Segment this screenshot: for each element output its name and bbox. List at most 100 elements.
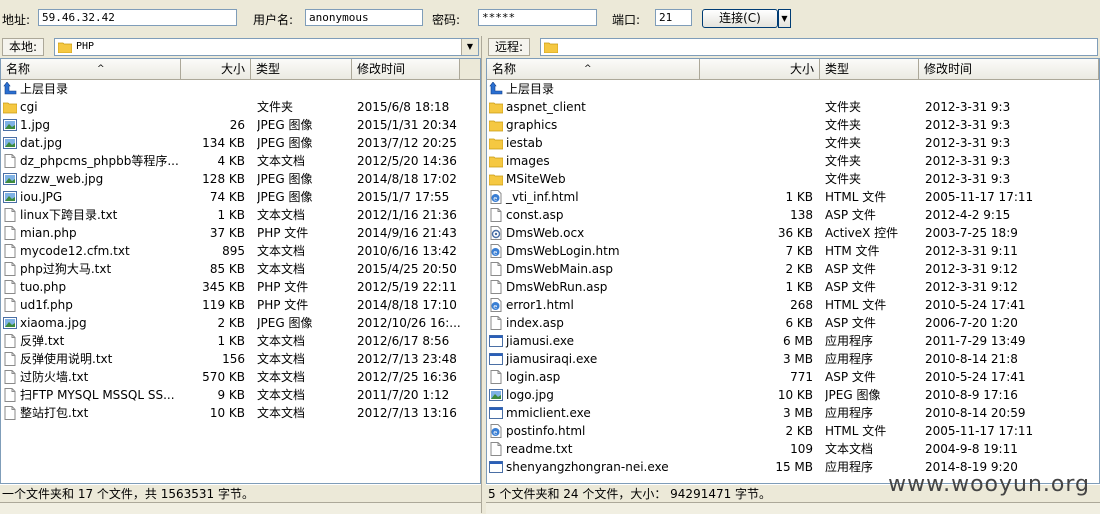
local-path-select[interactable]: PHP ▼ [54,38,479,56]
file-modified: 2012-3-31 9:3 [925,154,1011,168]
address-input[interactable]: 59.46.32.42 [38,9,237,26]
file-row[interactable]: 过防火墙.txt 570 KB 文本文档 2012/7/25 16:36 [1,368,480,386]
connect-dropdown-button[interactable]: ▼ [778,9,791,28]
file-name: aspnet_client [506,100,586,114]
connect-button[interactable]: 连接(C) [702,9,778,28]
file-row[interactable]: DmsWebRun.asp 1 KB ASP 文件 2012-3-31 9:12 [487,278,1099,296]
file-name: const.asp [506,208,564,222]
file-modified: 2012/7/25 16:36 [357,370,457,384]
file-row[interactable]: dzzw_web.jpg 128 KB JPEG 图像 2014/8/18 17:02 [1,170,480,188]
file-modified: 2006-7-20 1:20 [925,316,1018,330]
file-row[interactable]: e error1.html 268 HTML 文件 2010-5-24 17:41 [487,296,1099,314]
file-row[interactable]: iestab 文件夹 2012-3-31 9:3 [487,134,1099,152]
col-type-header[interactable]: 类型 [251,59,352,79]
file-row[interactable]: DmsWeb.ocx 36 KB ActiveX 控件 2003-7-25 18:9 [487,224,1099,242]
parent-directory-item[interactable]: 上层目录 [1,80,480,98]
remote-file-list[interactable]: 名称 ^ 大小 类型 修改时间 上层目录 aspnet_client 文件夹 2012-… [486,58,1100,484]
file-row[interactable]: linux下跨目录.txt 1 KB 文本文档 2012/1/16 21:36 [1,206,480,224]
local-file-list[interactable]: 名称 ^ 大小 类型 修改时间 上层目录 cgi 文件夹 2015/6/8 18:18 1… [0,58,481,484]
col-size-header[interactable]: 大小 [700,59,820,79]
file-row[interactable]: dz_phpcms_phpbb等程序... 4 KB 文本文档 2012/5/20 1… [1,152,480,170]
file-row[interactable]: e DmsWebLogin.htm 7 KB HTM 文件 2012-3-31 9:11 [487,242,1099,260]
file-row[interactable]: ud1f.php 119 KB PHP 文件 2014/8/18 17:10 [1,296,480,314]
file-row[interactable]: e postinfo.html 2 KB HTML 文件 2005-11-17 17:1… [487,422,1099,440]
col-type-header[interactable]: 类型 [820,59,919,79]
file-name: jiamusi.exe [506,334,575,348]
file-row[interactable]: 反弹.txt 1 KB 文本文档 2012/6/17 8:56 [1,332,480,350]
file-modified: 2010-8-14 21:8 [925,352,1018,366]
file-row[interactable]: MSiteWeb 文件夹 2012-3-31 9:3 [487,170,1099,188]
file-modified: 2011-7-29 13:49 [925,334,1026,348]
file-row[interactable]: dat.jpg 134 KB JPEG 图像 2013/7/12 20:25 [1,134,480,152]
file-row[interactable]: images 文件夹 2012-3-31 9:3 [487,152,1099,170]
col-modified-header[interactable]: 修改时间 [919,59,1099,79]
file-size: 85 KB [209,262,245,276]
file-type: HTM 文件 [825,244,880,258]
file-type: 文件夹 [257,100,294,114]
file-size: 4 KB [217,154,245,168]
file-name: cgi [20,100,38,114]
file-type: JPEG 图像 [257,190,313,204]
file-name: dat.jpg [20,136,63,150]
file-row[interactable]: 反弹使用说明.txt 156 文本文档 2012/7/13 23:48 [1,350,480,368]
remote-list-header: 名称 ^ 大小 类型 修改时间 [487,59,1099,80]
col-size-header[interactable]: 大小 [181,59,251,79]
file-row[interactable]: 整站打包.txt 10 KB 文本文档 2012/7/13 13:16 [1,404,480,422]
file-row[interactable]: DmsWebMain.asp 2 KB ASP 文件 2012-3-31 9:12 [487,260,1099,278]
file-name: DmsWebRun.asp [506,280,608,294]
file-modified: 2014/9/16 21:43 [357,226,457,240]
local-list-header: 名称 ^ 大小 类型 修改时间 [1,59,480,80]
file-row[interactable]: graphics 文件夹 2012-3-31 9:3 [487,116,1099,134]
file-row[interactable]: php过狗大马.txt 85 KB 文本文档 2015/4/25 20:50 [1,260,480,278]
file-row[interactable]: mmiclient.exe 3 MB 应用程序 2010-8-14 20:59 [487,404,1099,422]
file-type: 文本文档 [257,352,306,366]
file-row[interactable]: login.asp 771 ASP 文件 2010-5-24 17:41 [487,368,1099,386]
parent-directory-item[interactable]: 上层目录 [487,80,1099,98]
file-type: 文本文档 [257,208,306,222]
file-row[interactable]: const.asp 138 ASP 文件 2012-4-2 9:15 [487,206,1099,224]
file-row[interactable]: xiaoma.jpg 2 KB JPEG 图像 2012/10/26 16:... [1,314,480,332]
file-row[interactable]: mycode12.cfm.txt 895 文本文档 2010/6/16 13:42 [1,242,480,260]
file-row[interactable]: aspnet_client 文件夹 2012-3-31 9:3 [487,98,1099,116]
file-row[interactable]: logo.jpg 10 KB JPEG 图像 2010-8-9 17:16 [487,386,1099,404]
file-name: index.asp [506,316,564,330]
file-row[interactable]: cgi 文件夹 2015/6/8 18:18 [1,98,480,116]
port-input[interactable]: 21 [655,9,692,26]
file-type: 应用程序 [825,352,874,366]
file-row[interactable]: 1.jpg 26 JPEG 图像 2015/1/31 20:34 [1,116,480,134]
file-row[interactable]: mian.php 37 KB PHP 文件 2014/9/16 21:43 [1,224,480,242]
file-type: JPEG 图像 [825,388,881,402]
col-name-header[interactable]: 名称 ^ [487,59,700,79]
password-label: 密码: [432,13,461,27]
file-type: 文本文档 [257,244,306,258]
file-row[interactable]: jiamusi.exe 6 MB 应用程序 2011-7-29 13:49 [487,332,1099,350]
file-row[interactable]: tuo.php 345 KB PHP 文件 2012/5/19 22:11 [1,278,480,296]
remote-path-select[interactable] [540,38,1098,56]
file-row[interactable]: jiamusiraqi.exe 3 MB 应用程序 2010-8-14 21:8 [487,350,1099,368]
file-modified: 2014/8/18 17:02 [357,172,457,186]
col-name-header[interactable]: 名称 ^ [1,59,181,79]
file-modified: 2012-3-31 9:12 [925,262,1018,276]
sort-arrow-icon: ^ [584,64,592,74]
file-modified: 2012-3-31 9:3 [925,136,1011,150]
file-modified: 2012/7/13 13:16 [357,406,457,420]
file-size: 6 MB [782,334,813,348]
user-input[interactable]: anonymous [305,9,423,26]
file-row[interactable]: readme.txt 109 文本文档 2004-9-8 19:11 [487,440,1099,458]
file-type: 文本文档 [825,442,874,456]
file-size: 10 KB [209,406,245,420]
file-row[interactable]: iou.JPG 74 KB JPEG 图像 2015/1/7 17:55 [1,188,480,206]
col-modified-header[interactable]: 修改时间 [352,59,460,79]
remote-bottom-strip [486,502,1100,514]
file-size: 771 [790,370,813,384]
file-row[interactable]: 扫FTP MYSQL MSSQL SS... 9 KB 文本文档 2011/7/20 … [1,386,480,404]
file-size: 3 MB [782,406,813,420]
file-size: 1 KB [217,334,245,348]
password-input[interactable]: ***** [478,9,597,26]
file-row[interactable]: e _vti_inf.html 1 KB HTML 文件 2005-11-17 17:1… [487,188,1099,206]
file-row[interactable]: index.asp 6 KB ASP 文件 2006-7-20 1:20 [487,314,1099,332]
file-type: ActiveX 控件 [825,226,899,240]
file-name: 反弹.txt [20,334,65,348]
file-modified: 2015/6/8 18:18 [357,100,450,114]
chevron-down-icon[interactable]: ▼ [461,39,478,55]
